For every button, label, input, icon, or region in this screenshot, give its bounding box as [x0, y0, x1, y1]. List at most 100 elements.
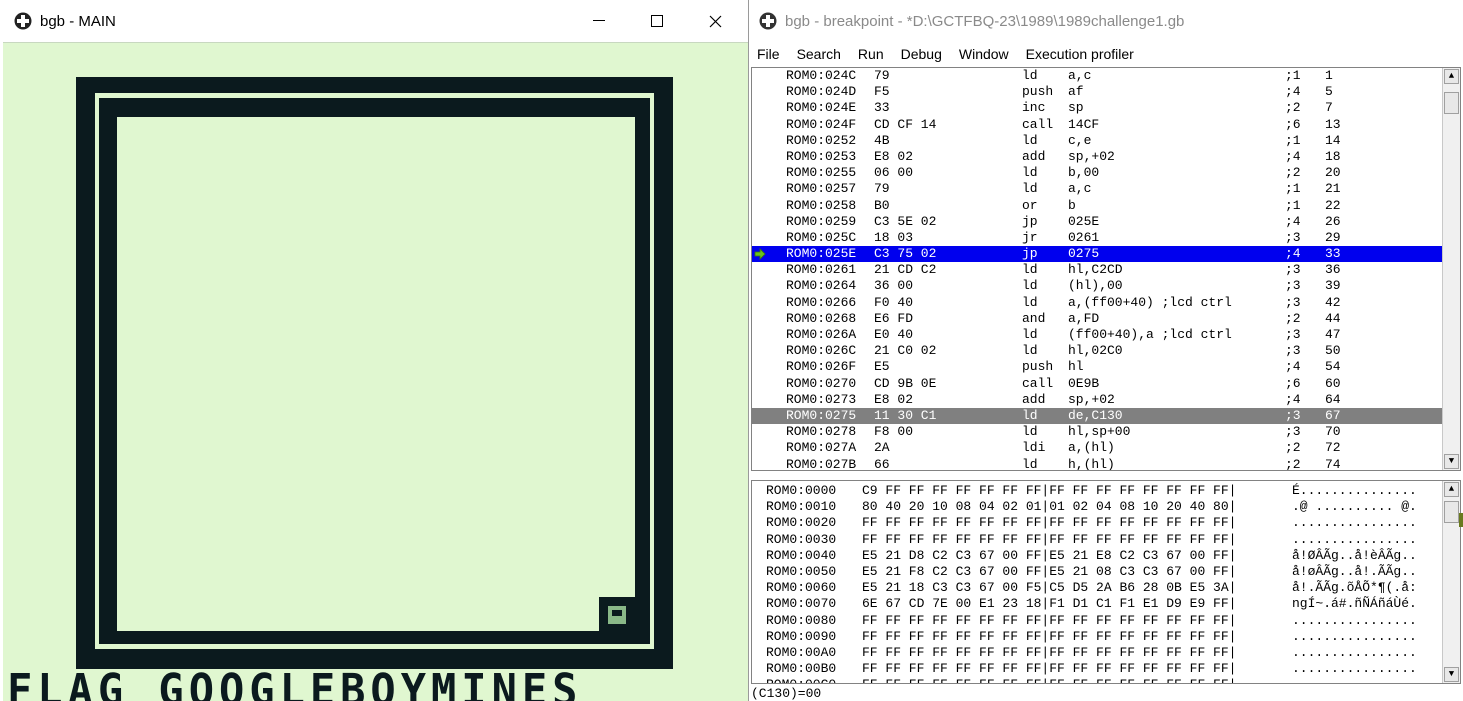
- menu-search[interactable]: Search: [797, 46, 841, 62]
- instruction-row[interactable]: ROM0:026C 21 C0 02 ld hl,02C0 ;3 50: [752, 343, 1460, 359]
- hex-row[interactable]: ROM0:0050 E5 21 F8 C2 C3 67 00 FF|E5 21 0…: [752, 564, 1460, 580]
- hex-row[interactable]: ROM0:0090 FF FF FF FF FF FF FF FF|FF FF F…: [752, 629, 1460, 645]
- close-button[interactable]: [686, 0, 744, 42]
- instruction-row[interactable]: ROM0:0270 CD 9B 0E call 0E9B ;6 60: [752, 376, 1460, 392]
- instruction-mnemonic: ld: [1022, 343, 1038, 359]
- hex-ascii: ................: [1292, 515, 1417, 531]
- instruction-operands: hl: [1068, 359, 1084, 375]
- pc-arrow-icon: [754, 248, 766, 260]
- hex-row[interactable]: ROM0:00B0 FF FF FF FF FF FF FF FF|FF FF F…: [752, 661, 1460, 677]
- instruction-row[interactable]: ROM0:0264 36 00 ld (hl),00 ;3 39: [752, 278, 1460, 294]
- instruction-row[interactable]: ROM0:0259 C3 5E 02 jp 025E ;4 26: [752, 214, 1460, 230]
- hex-row[interactable]: ROM0:00C0 FF FF FF FF FF FF FF FF|FF FF F…: [752, 677, 1460, 683]
- instruction-row[interactable]: ROM0:025C 18 03 jr 0261 ;3 29: [752, 230, 1460, 246]
- instruction-row[interactable]: ROM0:027B 66 ld h,(hl) ;2 74: [752, 456, 1460, 471]
- main-window-title: bgb - MAIN: [40, 12, 116, 30]
- instruction-cycle-total: 29: [1325, 229, 1341, 245]
- current-instruction-row[interactable]: ROM0:025E C3 75 02 jp 0275 ;4 33: [752, 246, 1460, 263]
- scroll-down-arrow-icon[interactable]: ▼: [1444, 454, 1459, 469]
- instruction-mnemonic: call: [1022, 375, 1054, 391]
- hex-row[interactable]: ROM0:0010 80 40 20 10 08 04 02 01|01 02 0…: [752, 499, 1460, 515]
- instruction-row[interactable]: ROM0:024F CD CF 14 call 14CF ;6 13: [752, 117, 1460, 133]
- menu-run[interactable]: Run: [858, 46, 884, 62]
- game-screen[interactable]: FLAG GOOGLEBOYMINES: [3, 42, 748, 701]
- debugger-titlebar[interactable]: bgb - breakpoint - *D:\GCTFBQ-23\1989\19…: [749, 0, 1463, 42]
- splitter-grip[interactable]: [1459, 513, 1463, 527]
- hex-row[interactable]: ROM0:0000 C9 FF FF FF FF FF FF FF|FF FF F…: [752, 483, 1460, 499]
- instruction-row[interactable]: ROM0:024C 79 ld a,c ;1 1: [752, 68, 1460, 84]
- main-titlebar[interactable]: bgb - MAIN: [0, 0, 748, 42]
- instruction-bytes: E8 02: [874, 391, 914, 407]
- instruction-row[interactable]: ROM0:0258 B0 or b ;1 22: [752, 198, 1460, 214]
- instruction-row[interactable]: ROM0:0273 E8 02 add sp,+02 ;4 64: [752, 392, 1460, 408]
- scroll-thumb[interactable]: [1444, 92, 1459, 114]
- instruction-cycle-total: 20: [1325, 165, 1341, 181]
- scroll-down-arrow-icon[interactable]: ▼: [1444, 667, 1459, 682]
- instruction-row[interactable]: ROM0:024D F5 push af ;4 5: [752, 84, 1460, 100]
- instruction-operands: a,c: [1068, 68, 1092, 83]
- hex-bytes: E5 21 18 C3 C3 67 00 F5|C5 D5 2A B6 28 0…: [862, 580, 1237, 596]
- instruction-row[interactable]: ROM0:026A E0 40 ld (ff00+40),a ;lcd ctrl ;3 4…: [752, 327, 1460, 343]
- hex-scrollbar[interactable]: ▲ ▼: [1442, 481, 1460, 683]
- instruction-cycles: ;2: [1285, 456, 1301, 471]
- mine-cursor-tile[interactable]: [599, 597, 635, 633]
- instruction-cycles: ;2: [1285, 100, 1301, 116]
- menu-execution-profiler[interactable]: Execution profiler: [1026, 46, 1134, 62]
- menu-window[interactable]: Window: [959, 46, 1009, 62]
- scroll-thumb[interactable]: [1444, 501, 1459, 523]
- hex-row[interactable]: ROM0:0030 FF FF FF FF FF FF FF FF|FF FF F…: [752, 532, 1460, 548]
- instruction-cycles: ;2: [1285, 310, 1301, 326]
- instruction-address: ROM0:0255: [786, 165, 857, 181]
- instruction-address: ROM0:0266: [786, 294, 857, 310]
- disassembly-pane[interactable]: ROM0:024C 79 ld a,c ;1 1 ROM0:024D F5 push af ;4 5 R…: [751, 67, 1461, 471]
- disassembly-scrollbar[interactable]: ▲ ▼: [1442, 68, 1460, 470]
- instruction-mnemonic: jp: [1022, 213, 1038, 229]
- instruction-row[interactable]: ROM0:0252 4B ld c,e ;1 14: [752, 133, 1460, 149]
- hex-row[interactable]: ROM0:0020 FF FF FF FF FF FF FF FF|FF FF F…: [752, 515, 1460, 531]
- hex-bytes: E5 21 D8 C2 C3 67 00 FF|E5 21 E8 C2 C3 6…: [862, 547, 1237, 563]
- instruction-row[interactable]: ROM0:0268 E6 FD and a,FD ;2 44: [752, 311, 1460, 327]
- instruction-bytes: 79: [874, 181, 890, 197]
- instruction-row[interactable]: ROM0:024E 33 inc sp ;2 7: [752, 100, 1460, 116]
- menu-debug[interactable]: Debug: [901, 46, 942, 62]
- instruction-row[interactable]: ROM0:0255 06 00 ld b,00 ;2 20: [752, 165, 1460, 181]
- hex-address: ROM0:00B0: [766, 661, 837, 677]
- instruction-cycles: ;2: [1285, 440, 1301, 456]
- hex-address: ROM0:0020: [766, 515, 837, 531]
- instruction-cycles: ;3: [1285, 327, 1301, 342]
- instruction-address: ROM0:0273: [786, 391, 857, 407]
- instruction-row[interactable]: ROM0:027A 2A ldi a,(hl) ;2 72: [752, 440, 1460, 456]
- debugger-window-title: bgb - breakpoint - *D:\GCTFBQ-23\1989\19…: [785, 12, 1185, 30]
- hex-row[interactable]: ROM0:0080 FF FF FF FF FF FF FF FF|FF FF F…: [752, 613, 1460, 629]
- hex-row[interactable]: ROM0:0070 6E 67 CD 7E 00 E1 23 18|F1 D1 C…: [752, 596, 1460, 612]
- hex-address: ROM0:00A0: [766, 644, 837, 660]
- instruction-operands: (hl),00: [1068, 278, 1123, 294]
- hex-bytes: 80 40 20 10 08 04 02 01|01 02 04 08 10 2…: [862, 499, 1237, 515]
- selected-instruction-row[interactable]: ROM0:0275 11 30 C1 ld de,C130 ;3 67: [752, 407, 1460, 425]
- hex-bytes: FF FF FF FF FF FF FF FF|FF FF FF FF FF F…: [862, 644, 1237, 660]
- instruction-mnemonic: push: [1022, 359, 1054, 375]
- minimize-button[interactable]: [570, 0, 628, 42]
- instruction-bytes: E0 40: [874, 327, 914, 342]
- instruction-row[interactable]: ROM0:0261 21 CD C2 ld hl,C2CD ;3 36: [752, 262, 1460, 278]
- instruction-operands: af: [1068, 84, 1084, 100]
- scroll-up-arrow-icon[interactable]: ▲: [1444, 69, 1459, 84]
- debugger-menubar: File Search Run Debug Window Execution p…: [749, 42, 1463, 66]
- instruction-row[interactable]: ROM0:0266 F0 40 ld a,(ff00+40) ;lcd ctrl ;3 4…: [752, 295, 1460, 311]
- menu-file[interactable]: File: [757, 46, 780, 62]
- hex-ascii: ................: [1292, 644, 1417, 660]
- scroll-up-arrow-icon[interactable]: ▲: [1444, 482, 1459, 497]
- instruction-cycle-total: 14: [1325, 132, 1341, 148]
- memory-hex-pane[interactable]: ROM0:0000 C9 FF FF FF FF FF FF FF|FF FF F…: [751, 480, 1461, 684]
- hex-row[interactable]: ROM0:0060 E5 21 18 C3 C3 67 00 F5|C5 D5 2…: [752, 580, 1460, 596]
- hex-row[interactable]: ROM0:0040 E5 21 D8 C2 C3 67 00 FF|E5 21 E…: [752, 548, 1460, 564]
- instruction-row[interactable]: ROM0:026F E5 push hl ;4 54: [752, 359, 1460, 375]
- hex-ascii: ................: [1292, 677, 1417, 683]
- instruction-bytes: 2A: [874, 440, 890, 456]
- instruction-row[interactable]: ROM0:0278 F8 00 ld hl,sp+00 ;3 70: [752, 424, 1460, 440]
- hex-row[interactable]: ROM0:00A0 FF FF FF FF FF FF FF FF|FF FF F…: [752, 645, 1460, 661]
- instruction-row[interactable]: ROM0:0257 79 ld a,c ;1 21: [752, 181, 1460, 197]
- instruction-row[interactable]: ROM0:0253 E8 02 add sp,+02 ;4 18: [752, 149, 1460, 165]
- maximize-button[interactable]: [628, 0, 686, 42]
- instruction-cycle-total: 13: [1325, 116, 1341, 132]
